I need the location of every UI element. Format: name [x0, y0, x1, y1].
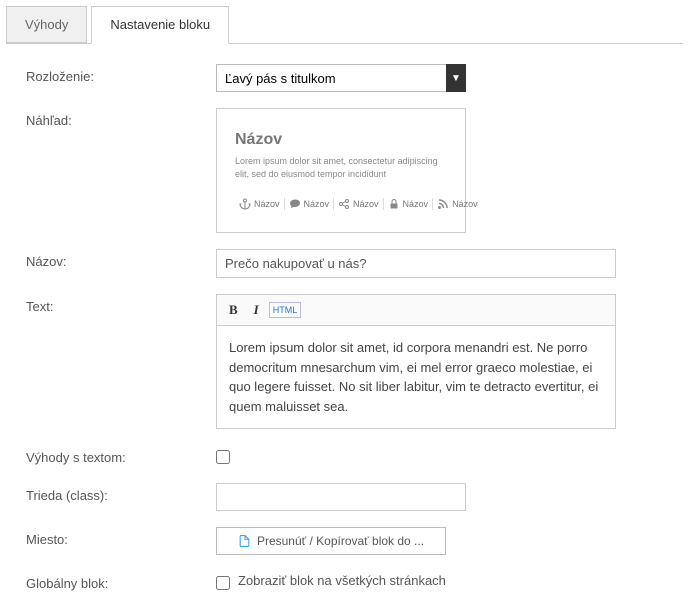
preview-lorem: Lorem ipsum dolor sit amet, consectetur … [235, 155, 447, 180]
chat-icon [289, 198, 301, 210]
preview-box: Názov Lorem ipsum dolor sit amet, consec… [216, 108, 466, 233]
share-icon [338, 198, 350, 210]
anchor-icon [239, 198, 251, 210]
preview-item: Názov [433, 198, 482, 210]
tab-block-settings[interactable]: Nastavenie bloku [91, 6, 229, 44]
preview-item-label: Názov [254, 199, 280, 209]
preview-item: Názov [334, 198, 384, 210]
global-block-checkbox[interactable] [216, 576, 230, 590]
preview-item-label: Názov [452, 199, 478, 209]
text-editor: B I HTML Lorem ipsum dolor sit amet, id … [216, 294, 616, 429]
move-button-label: Presunúť / Kopírovať blok do ... [257, 534, 424, 548]
html-button[interactable]: HTML [269, 302, 302, 318]
label-preview: Náhľad: [26, 108, 216, 128]
tabs-bar: Výhody Nastavenie bloku [6, 6, 683, 44]
class-input[interactable] [216, 483, 466, 511]
preview-item: Názov [384, 198, 434, 210]
preview-item-label: Názov [353, 199, 379, 209]
tab-benefits[interactable]: Výhody [6, 6, 87, 43]
label-layout: Rozloženie: [26, 64, 216, 84]
preview-item: Názov [285, 198, 335, 210]
editor-content[interactable]: Lorem ipsum dolor sit amet, id corpora m… [217, 326, 615, 428]
global-block-checkbox-label: Zobraziť blok na všetkých stránkach [238, 573, 446, 588]
preview-item-label: Názov [304, 199, 330, 209]
rss-icon [437, 198, 449, 210]
preview-item: Názov [235, 198, 285, 210]
layout-select[interactable]: Ľavý pás s titulkom [216, 64, 466, 92]
file-icon [238, 534, 251, 548]
label-title: Názov: [26, 249, 216, 269]
italic-button[interactable]: I [248, 299, 265, 321]
layout-select-wrap: Ľavý pás s titulkom ▼ [216, 64, 466, 92]
preview-title: Názov [235, 131, 447, 149]
label-global-block: Globálny blok: [26, 571, 216, 591]
bold-button[interactable]: B [223, 299, 244, 321]
preview-item-label: Názov [403, 199, 429, 209]
editor-toolbar: B I HTML [217, 295, 615, 326]
label-text: Text: [26, 294, 216, 314]
benefits-text-checkbox[interactable] [216, 450, 230, 464]
label-class: Trieda (class): [26, 483, 216, 503]
title-input[interactable] [216, 249, 616, 278]
lock-icon [388, 198, 400, 210]
preview-items: Názov Názov Názov Názov [235, 198, 447, 210]
label-place: Miesto: [26, 527, 216, 547]
move-copy-button[interactable]: Presunúť / Kopírovať blok do ... [216, 527, 446, 555]
label-benefits-text: Výhody s textom: [26, 445, 216, 465]
